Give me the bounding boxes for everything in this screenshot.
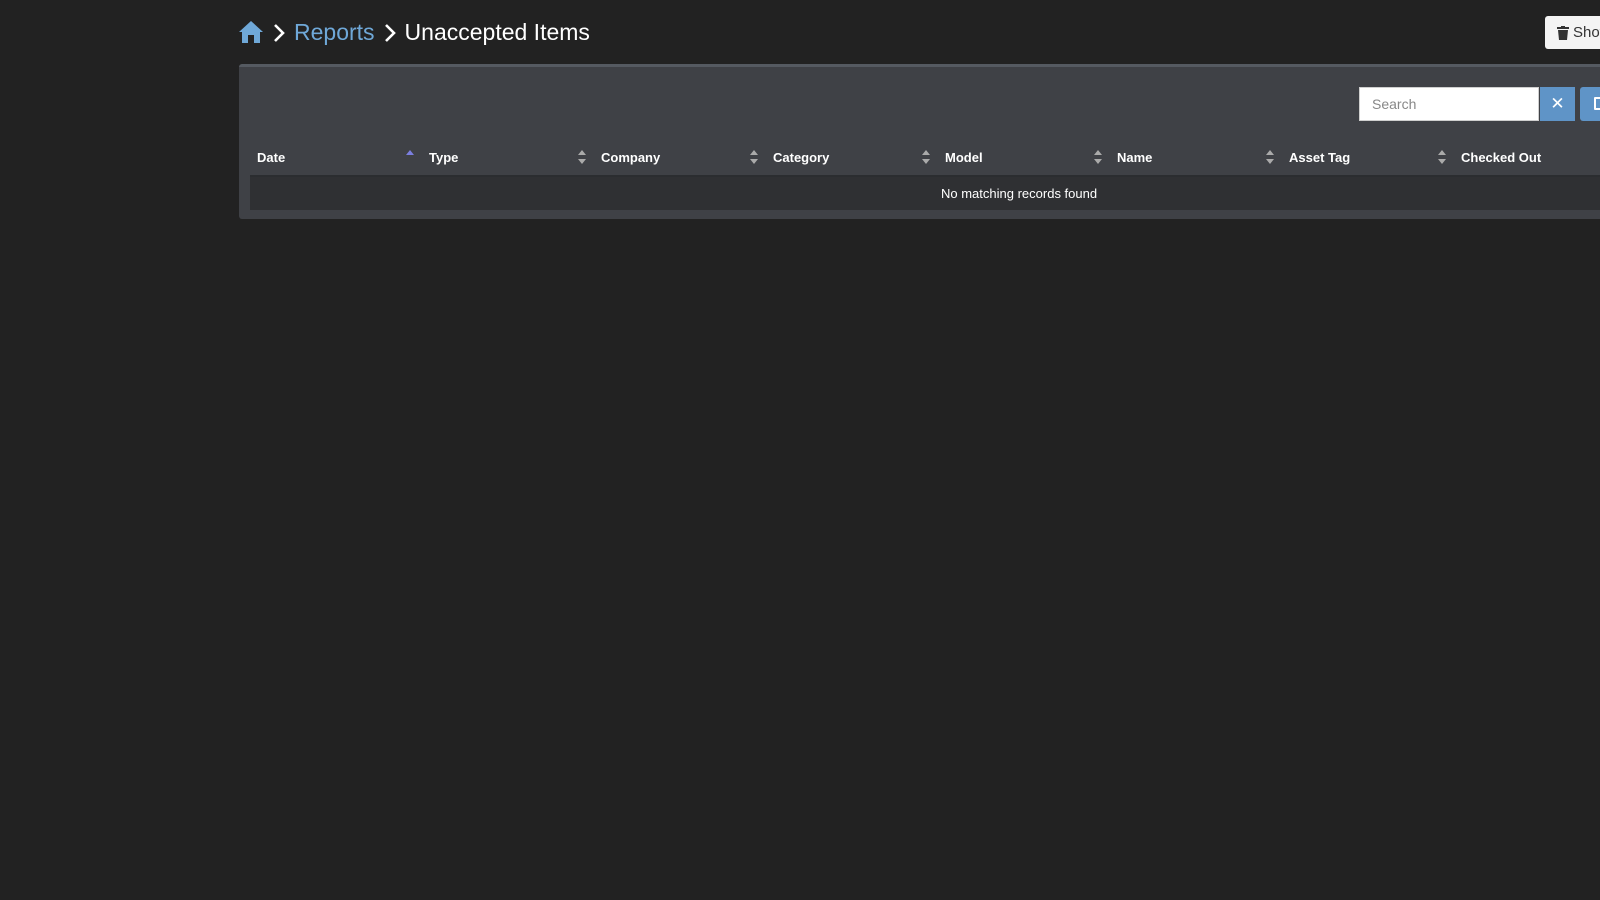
column-header-name[interactable]: Name [1110,140,1282,175]
chevron-right-icon [273,22,285,42]
close-icon: ✕ [1550,94,1565,113]
sort-icon [1438,150,1446,164]
columns-icon [1594,97,1600,110]
breadcrumb: Reports Unaccepted Items [238,14,590,50]
chevron-right-icon [384,22,396,42]
column-header-asset-tag[interactable]: Asset Tag [1282,140,1454,175]
column-label: Type [429,150,459,165]
column-label: Company [601,150,661,165]
column-label: Date [257,150,286,165]
column-label: Name [1117,150,1153,165]
page: Reports Unaccepted Items Show ✕ Date [0,0,1600,900]
sort-asc-icon [406,150,414,155]
column-label: Asset Tag [1289,150,1351,165]
column-label: Model [945,150,983,165]
show-deleted-label: Show [1573,24,1600,41]
sort-icon [922,150,930,164]
clear-search-button[interactable]: ✕ [1540,87,1575,121]
sort-icon [750,150,758,164]
home-icon[interactable] [238,19,264,45]
search-input[interactable] [1359,87,1539,121]
column-header-model[interactable]: Model [938,140,1110,175]
trash-icon [1557,25,1569,40]
empty-table-message: No matching records found [941,186,1098,201]
table-header: Date Type Company Category Model Name As… [250,140,1600,177]
breadcrumb-reports-link[interactable]: Reports [294,19,375,46]
sort-icon [578,150,586,164]
page-title: Unaccepted Items [404,18,590,45]
toolbar-button[interactable] [1580,87,1600,121]
column-header-company[interactable]: Company [594,140,766,175]
unaccepted-items-table: Date Type Company Category Model Name As… [250,140,1600,210]
column-label: Checked Out [1461,150,1542,165]
column-header-type[interactable]: Type [422,140,594,175]
column-label: Category [773,150,830,165]
sort-icon [1094,150,1102,164]
show-deleted-button[interactable]: Show [1545,16,1600,49]
sort-icon [1266,150,1274,164]
column-header-checked-out[interactable]: Checked Out [1454,140,1600,175]
column-header-category[interactable]: Category [766,140,938,175]
column-header-date[interactable]: Date [250,140,422,175]
table-row: No matching records found [250,177,1600,210]
